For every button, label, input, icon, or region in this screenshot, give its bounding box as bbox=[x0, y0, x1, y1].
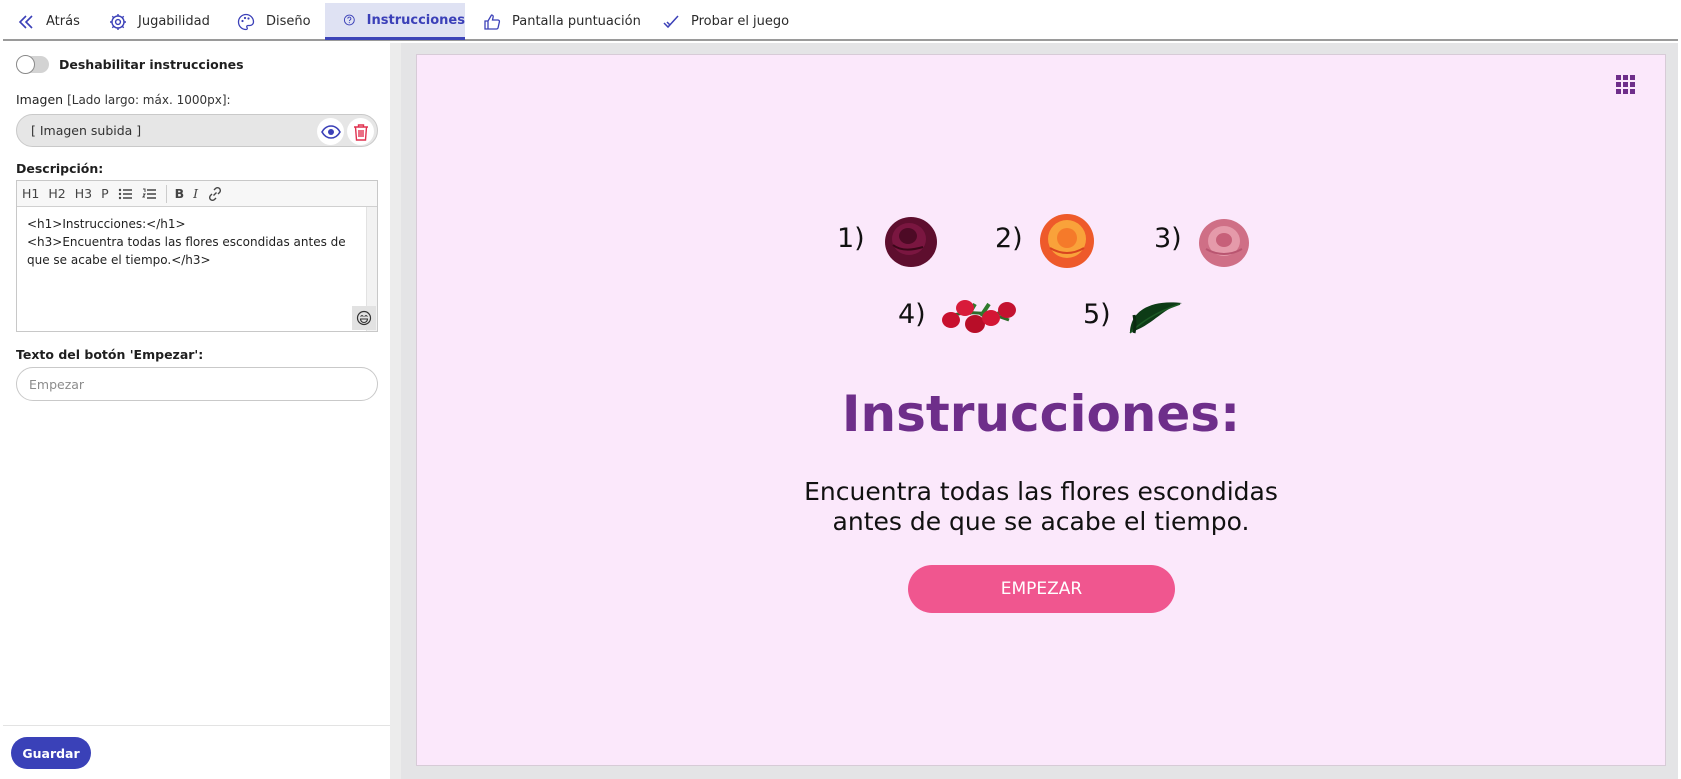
top-navigation: Atrás Jugabilidad Diseño Instrucciones P… bbox=[3, 3, 1678, 41]
numbered-list-icon bbox=[141, 188, 156, 199]
palette-icon bbox=[237, 13, 255, 30]
image-hint: [Lado largo: máx. 1000px]: bbox=[67, 93, 231, 107]
preview-description: Encuentra todas las flores escondidas an… bbox=[417, 477, 1665, 537]
bullet-list-button[interactable] bbox=[118, 187, 133, 201]
start-button-text-input[interactable] bbox=[16, 367, 378, 401]
start-game-button[interactable]: EMPEZAR bbox=[908, 565, 1175, 613]
link-button[interactable] bbox=[207, 186, 223, 202]
description-label: Descripción: bbox=[16, 161, 104, 176]
preview-image-button[interactable] bbox=[317, 118, 344, 145]
preview-description-line-1: Encuentra todas las flores escondidas bbox=[804, 477, 1278, 506]
item-1-number: 1) bbox=[837, 223, 865, 254]
pink-rose-image bbox=[1199, 219, 1249, 267]
tab-gameplay[interactable]: Jugabilidad bbox=[109, 3, 229, 40]
item-4-number: 4) bbox=[898, 299, 926, 330]
gear-icon bbox=[110, 13, 126, 30]
item-3-number: 3) bbox=[1154, 223, 1182, 254]
help-circle-icon bbox=[343, 14, 355, 26]
bullet-list-icon bbox=[118, 188, 132, 199]
preview-description-line-2: antes de que se acabe el tiempo. bbox=[832, 507, 1250, 536]
tab-design-label: Diseño bbox=[266, 14, 311, 29]
disable-instructions-toggle[interactable] bbox=[16, 55, 49, 74]
image-field[interactable]: [ Imagen subida ] bbox=[16, 114, 378, 147]
footer-divider bbox=[3, 725, 401, 726]
description-line-2: <h3>Encuentra todas las flores escondida… bbox=[27, 235, 346, 267]
settings-panel: Deshabilitar instrucciones Imagen [Lado l… bbox=[3, 43, 391, 725]
paragraph-button[interactable]: P bbox=[101, 186, 109, 201]
tab-instructions-label: Instrucciones bbox=[366, 12, 465, 28]
preview-title: Instrucciones: bbox=[841, 385, 1241, 443]
orange-rose-image bbox=[1040, 214, 1094, 268]
description-line-1: <h1>Instrucciones:</h1> bbox=[27, 217, 186, 231]
tab-gameplay-label: Jugabilidad bbox=[138, 14, 210, 29]
start-button-text-label: Texto del botón 'Empezar': bbox=[16, 347, 204, 362]
red-berries-image bbox=[942, 300, 1016, 333]
emoji-button[interactable] bbox=[352, 306, 376, 330]
italic-button[interactable]: I bbox=[193, 186, 198, 201]
tab-test-game-label: Probar el juego bbox=[691, 14, 790, 29]
tab-score-screen-label: Pantalla puntuación bbox=[512, 14, 641, 29]
image-label-row: Imagen [Lado largo: máx. 1000px]: bbox=[16, 92, 231, 107]
dark-red-rose-image bbox=[885, 217, 937, 267]
eye-icon bbox=[320, 124, 341, 139]
toggle-knob bbox=[16, 55, 35, 74]
link-icon bbox=[209, 186, 222, 201]
emoji-icon bbox=[356, 310, 372, 326]
description-text[interactable]: <h1>Instrucciones:</h1> <h3>Encuentra to… bbox=[27, 215, 359, 269]
item-2-number: 2) bbox=[995, 223, 1023, 254]
tab-back-label: Atrás bbox=[46, 14, 80, 29]
panel-divider bbox=[390, 43, 401, 779]
heading1-button[interactable]: H1 bbox=[22, 186, 39, 201]
disable-instructions-row: Deshabilitar instrucciones bbox=[16, 55, 244, 74]
toolbar-separator bbox=[165, 184, 167, 203]
numbered-list-button[interactable] bbox=[141, 187, 157, 201]
menu-grid-icon[interactable] bbox=[1616, 75, 1635, 98]
save-button[interactable]: Guardar bbox=[11, 737, 91, 769]
green-leaf-image bbox=[1129, 302, 1182, 334]
thumbs-up-icon bbox=[484, 13, 501, 30]
image-label: Imagen bbox=[16, 92, 64, 107]
disable-instructions-label: Deshabilitar instrucciones bbox=[59, 57, 244, 72]
bold-button[interactable]: B bbox=[175, 186, 185, 201]
double-chevron-left-icon bbox=[18, 14, 33, 29]
instructions-preview: 1) 2) 3) 4) 5) Instrucciones: Encuentra … bbox=[416, 54, 1666, 766]
image-field-value: [ Imagen subida ] bbox=[31, 123, 142, 138]
delete-image-button[interactable] bbox=[347, 118, 374, 145]
item-5-number: 5) bbox=[1083, 299, 1111, 330]
tab-test-game[interactable]: Probar el juego bbox=[662, 3, 792, 40]
description-editor[interactable]: H1 H2 H3 P B I <h1>Instrucciones:</h1> <… bbox=[16, 180, 378, 332]
editor-toolbar: H1 H2 H3 P B I bbox=[17, 181, 377, 207]
tab-back[interactable]: Atrás bbox=[17, 3, 97, 40]
tab-score-screen[interactable]: Pantalla puntuación bbox=[483, 3, 643, 40]
tab-instructions[interactable]: Instrucciones bbox=[325, 3, 465, 40]
check-icon bbox=[663, 14, 679, 28]
heading3-button[interactable]: H3 bbox=[75, 186, 92, 201]
heading2-button[interactable]: H2 bbox=[48, 186, 65, 201]
tab-design[interactable]: Diseño bbox=[237, 3, 323, 40]
trash-icon bbox=[353, 123, 368, 141]
